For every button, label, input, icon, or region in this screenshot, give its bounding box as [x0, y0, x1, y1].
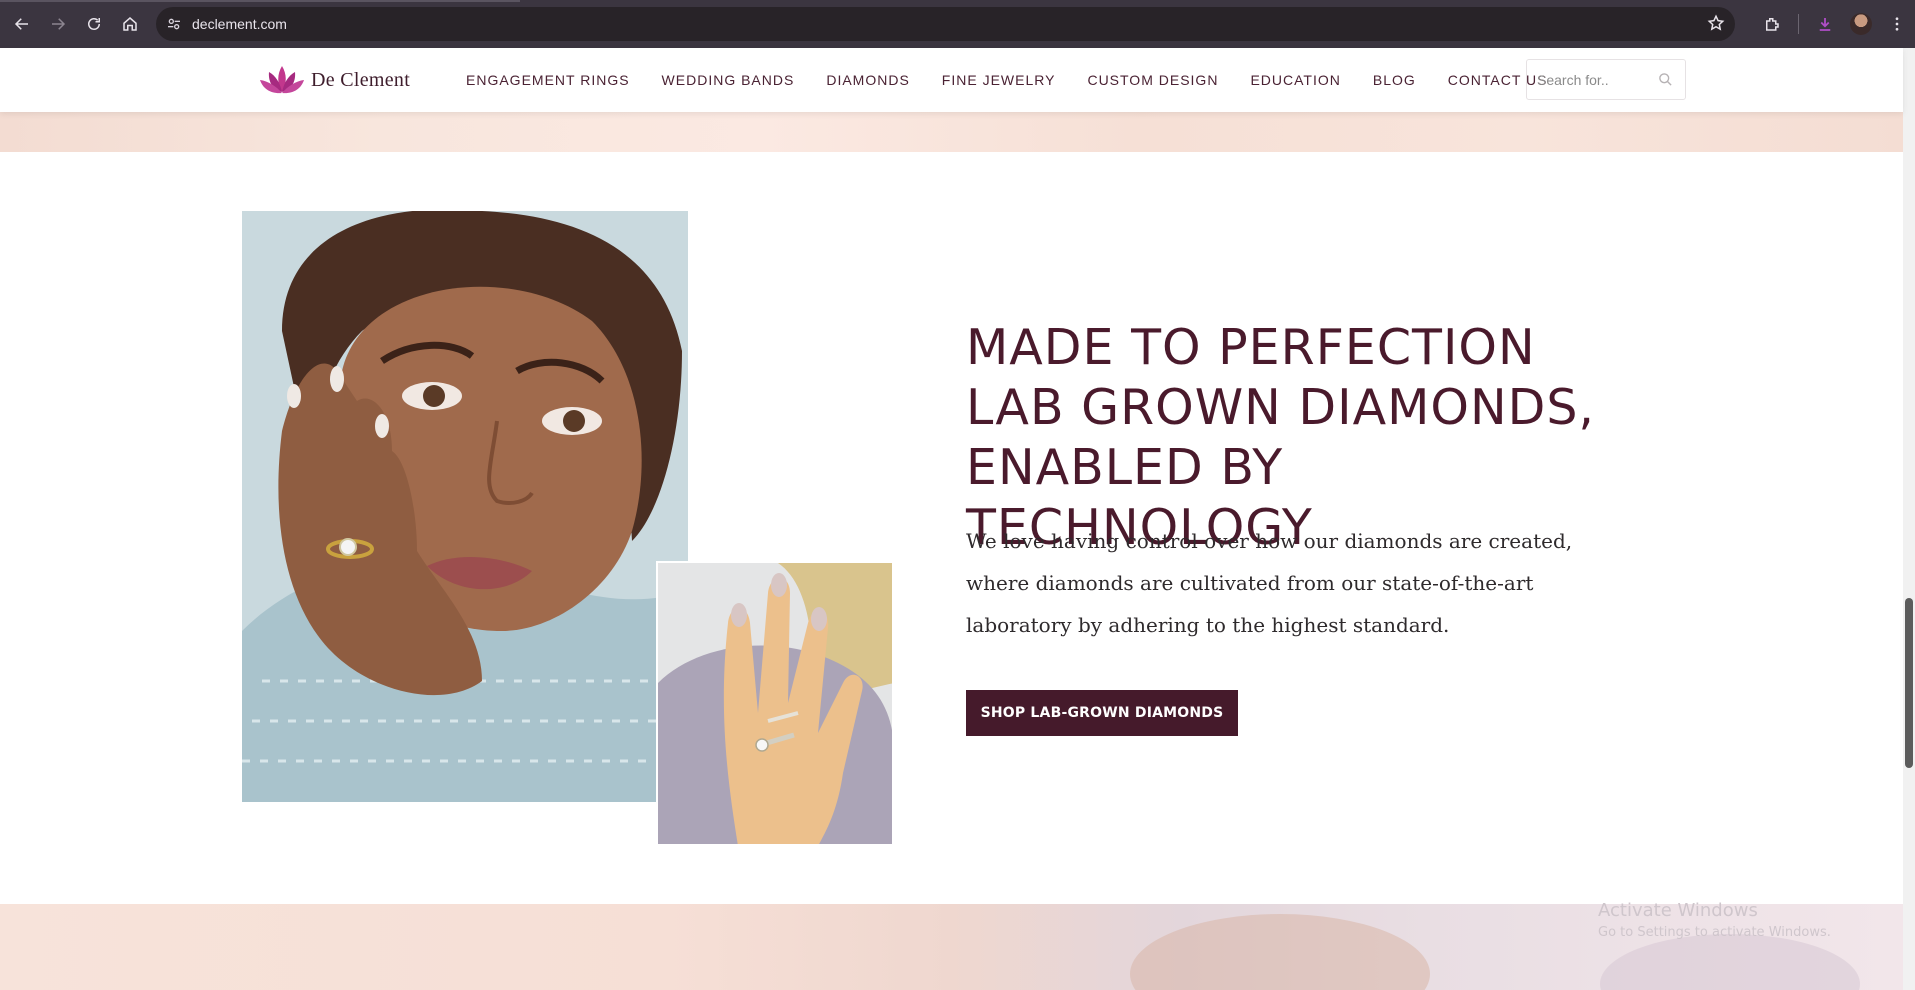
main-nav: ENGAGEMENT RINGS WEDDING BANDS DIAMONDS …	[466, 48, 1579, 112]
search-icon[interactable]	[1658, 72, 1673, 92]
watercolor-blob	[1130, 914, 1430, 990]
nav-blog[interactable]: BLOG	[1373, 72, 1416, 88]
nav-education[interactable]: EDUCATION	[1250, 72, 1340, 88]
nav-engagement-rings[interactable]: ENGAGEMENT RINGS	[466, 72, 630, 88]
tab-strip-edge	[0, 0, 520, 2]
watercolor-band-top	[0, 112, 1903, 152]
shop-lab-grown-diamonds-button[interactable]: SHOP LAB-GROWN DIAMONDS	[966, 690, 1238, 736]
hero-description: We love having control over how our diam…	[966, 529, 1573, 637]
site-settings-icon[interactable]	[156, 16, 192, 32]
activate-windows-title: Activate Windows	[1598, 900, 1758, 921]
bookmark-star-icon[interactable]	[1707, 14, 1725, 37]
toolbar-divider	[1798, 14, 1799, 34]
page-scrollbar[interactable]	[1903, 48, 1915, 990]
site-header: De Clement ENGAGEMENT RINGS WEDDING BAND…	[0, 48, 1903, 112]
hand-ring-illustration	[656, 561, 892, 844]
nav-diamonds[interactable]: DIAMONDS	[826, 72, 909, 88]
nav-fine-jewelry[interactable]: FINE JEWELRY	[942, 72, 1056, 88]
browser-toolbar: declement.com	[0, 0, 1915, 48]
browser-actions	[1754, 6, 1915, 42]
address-bar[interactable]: declement.com	[156, 7, 1735, 41]
download-icon[interactable]	[1807, 6, 1843, 42]
nav-custom-design[interactable]: CUSTOM DESIGN	[1087, 72, 1218, 88]
search-input[interactable]	[1537, 71, 1657, 88]
site-logo[interactable]: De Clement	[257, 62, 410, 98]
activate-windows-watermark: Activate Windows Go to Settings to activ…	[1598, 900, 1831, 940]
back-icon[interactable]	[4, 6, 40, 42]
search-box	[1526, 59, 1686, 100]
watercolor-blob	[1600, 934, 1860, 990]
extensions-icon[interactable]	[1754, 6, 1790, 42]
home-icon[interactable]	[112, 6, 148, 42]
url-text[interactable]: declement.com	[192, 16, 287, 32]
lotus-logo-icon	[260, 66, 304, 94]
browser-nav-buttons	[4, 6, 148, 42]
scrollbar-thumb[interactable]	[1905, 598, 1913, 768]
logo-wordmark: De Clement	[311, 68, 411, 91]
menu-kebab-icon[interactable]	[1879, 6, 1915, 42]
activate-windows-subtitle: Go to Settings to activate Windows.	[1598, 925, 1831, 940]
reload-icon[interactable]	[76, 6, 112, 42]
nav-wedding-bands[interactable]: WEDDING BANDS	[662, 72, 795, 88]
forward-icon[interactable]	[40, 6, 76, 42]
profile-avatar[interactable]	[1850, 13, 1872, 35]
woman-illustration	[242, 211, 688, 802]
